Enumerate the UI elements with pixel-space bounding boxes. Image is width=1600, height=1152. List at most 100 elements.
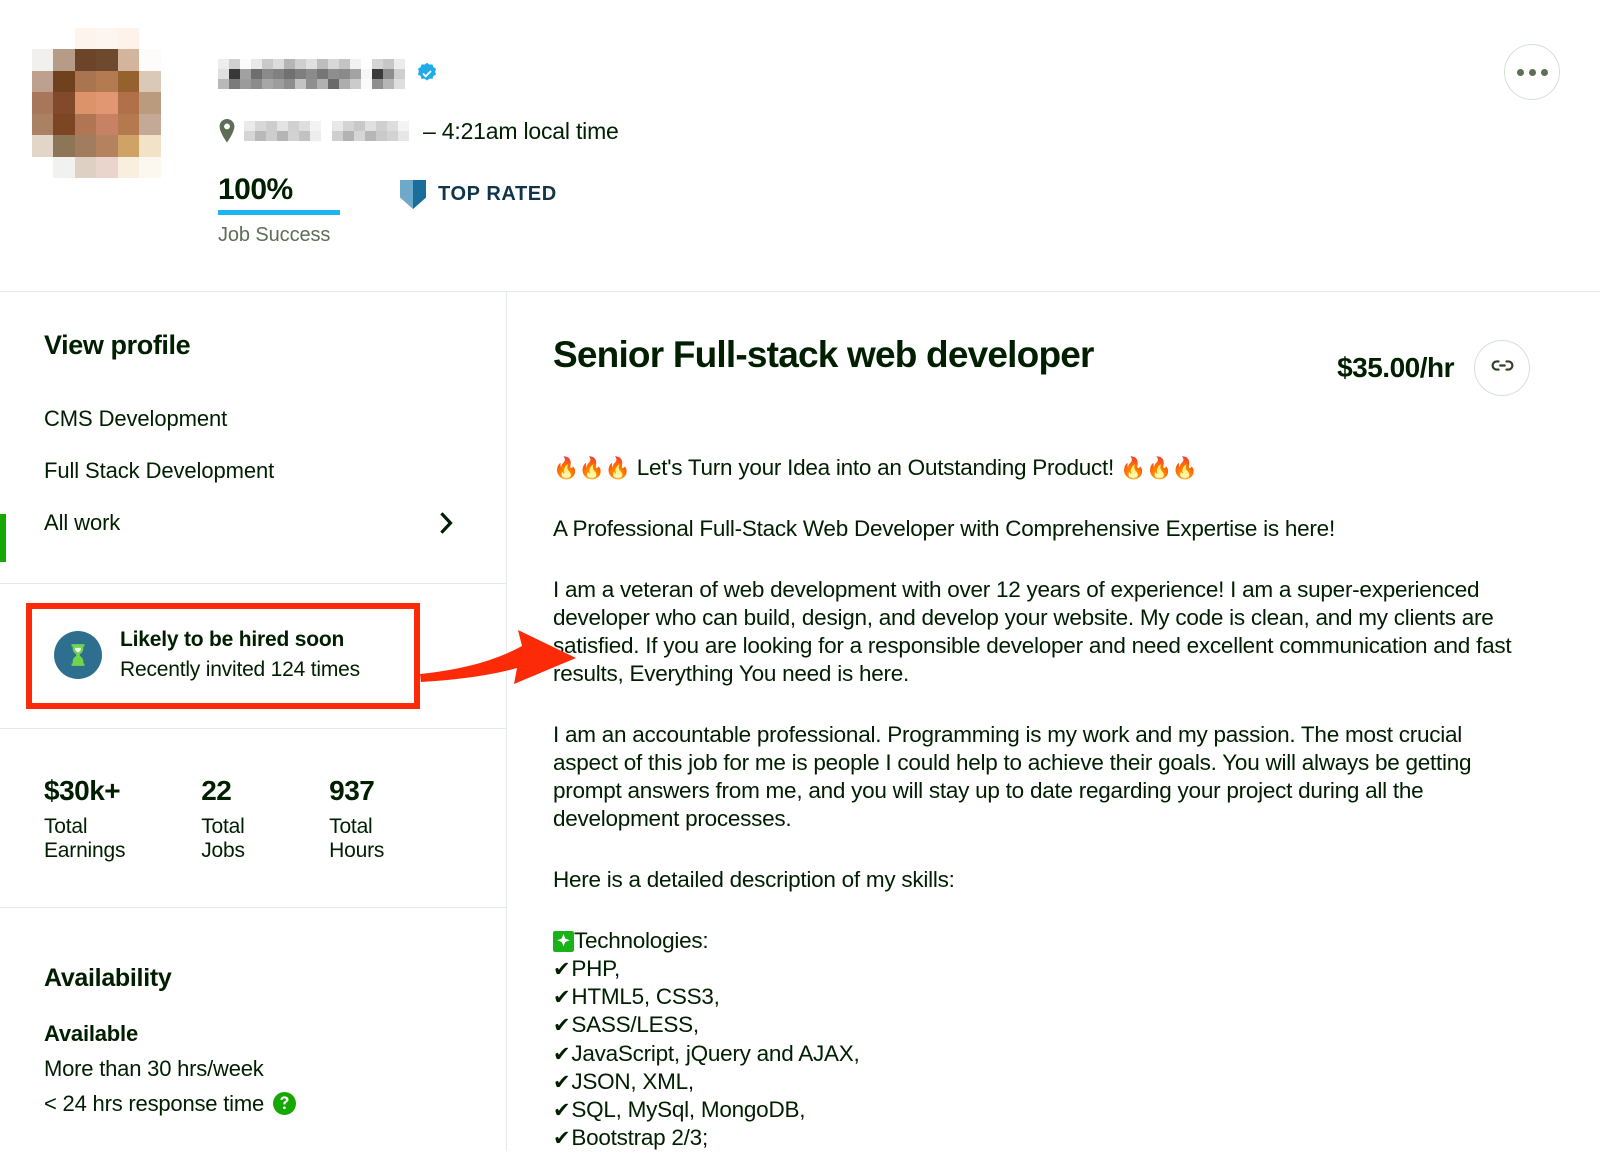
map-pin-icon xyxy=(218,119,236,143)
stat-value: $30k+ xyxy=(44,774,121,806)
chevron-right-icon xyxy=(440,512,454,534)
help-circle-icon[interactable] xyxy=(273,1092,296,1116)
availability-hours-row: More than 30 hrs/week xyxy=(44,1056,466,1082)
stat-value: 937 xyxy=(329,774,375,806)
profile-nav: View profile CMS Development Full Stack … xyxy=(0,292,506,583)
link-icon xyxy=(1490,353,1515,383)
main-content: Senior Full-stack web developer $35.00/h… xyxy=(507,292,1600,1151)
fire-emoji-left: 🔥🔥🔥 xyxy=(553,457,631,480)
tech-item: ✔ SQL, MySql, MongoDB, xyxy=(553,1096,1530,1124)
rate-and-link: $35.00/hr xyxy=(1337,332,1530,396)
check-icon: ✔ xyxy=(553,1098,571,1122)
availability-response-row: < 24 hrs response time xyxy=(44,1091,466,1117)
overview-paragraph: Here is a detailed description of my ski… xyxy=(553,867,955,893)
overview-paragraph: A Professional Full-Stack Web Developer … xyxy=(553,516,1335,542)
sidebar-item-label: Full Stack Development xyxy=(44,458,275,483)
sidebar-item-cms-development[interactable]: CMS Development xyxy=(44,393,466,445)
hourly-rate: $35.00/hr xyxy=(1337,352,1454,383)
job-success-bar xyxy=(218,209,340,215)
identity-block: – 4:21am local time 100% Job Success TOP… xyxy=(218,28,619,247)
hire-badge-text: Likely to be hired soon Recently invited… xyxy=(120,626,360,684)
hire-badge-title: Likely to be hired soon xyxy=(120,628,345,651)
stat-label: Total Jobs xyxy=(201,814,245,862)
tech-item-label: SASS/LESS, xyxy=(571,1012,699,1038)
job-success-row: 100% Job Success TOP RATED xyxy=(218,174,619,247)
stat-total-jobs: 22 Total Jobs xyxy=(201,775,273,863)
hire-badge-subtitle: Recently invited 124 times xyxy=(120,658,360,682)
tech-item-label: JavaScript, jQuery and AJAX, xyxy=(571,1040,860,1066)
tech-item-label: Bootstrap 2/3; xyxy=(571,1124,708,1150)
tech-item: ✔ HTML5, CSS3, xyxy=(553,983,1530,1011)
technologies-list: Technologies: ✔ PHP, ✔ HTML5, CSS3, ✔ SA… xyxy=(553,927,1530,1151)
job-header: Senior Full-stack web developer $35.00/h… xyxy=(553,332,1530,396)
check-icon: ✔ xyxy=(553,1014,571,1038)
sidebar-item-full-stack-development[interactable]: Full Stack Development xyxy=(44,445,466,497)
stat-total-hours: 937 Total Hours xyxy=(329,775,410,863)
check-icon: ✔ xyxy=(553,1126,571,1150)
sidebar-item-label: All work xyxy=(44,510,121,535)
shield-icon xyxy=(400,180,426,209)
sidebar: View profile CMS Development Full Stack … xyxy=(0,292,507,1151)
availability-title: Availability xyxy=(44,963,172,992)
sidebar-item-label: CMS Development xyxy=(44,406,228,431)
job-success-label: Job Success xyxy=(218,223,331,246)
overview-headline: 🔥🔥🔥 Let's Turn your Idea into an Outstan… xyxy=(553,454,1530,482)
overview-paragraph: I am an accountable professional. Progra… xyxy=(553,722,1472,832)
sparkle-green-icon xyxy=(553,930,574,952)
tech-item: ✔ JavaScript, jQuery and AJAX, xyxy=(553,1040,1530,1068)
overview-headline-text: Let's Turn your Idea into an Outstanding… xyxy=(636,455,1115,480)
job-title: Senior Full-stack web developer xyxy=(553,334,1094,375)
more-options-button[interactable] xyxy=(1504,44,1560,100)
availability-section: Availability Available More than 30 hrs/… xyxy=(0,908,506,1117)
top-rated-label: TOP RATED xyxy=(438,183,557,205)
fire-emoji-right: 🔥🔥🔥 xyxy=(1120,457,1198,480)
technologies-heading-text: Technologies: xyxy=(574,928,709,954)
tech-item-label: PHP, xyxy=(571,956,620,982)
job-success-percent: 100% xyxy=(218,173,293,206)
profile-page: – 4:21am local time 100% Job Success TOP… xyxy=(0,0,1600,1152)
tech-item: ✔ SASS/LESS, xyxy=(553,1011,1530,1039)
avatar[interactable] xyxy=(32,28,182,178)
stat-total-earnings: $30k+ Total Earnings xyxy=(44,775,145,863)
copy-link-button[interactable] xyxy=(1474,340,1530,396)
name-row xyxy=(218,54,619,94)
stat-value: 22 xyxy=(201,774,232,806)
technologies-heading: Technologies: xyxy=(553,927,1530,955)
stat-label: Total Earnings xyxy=(44,814,126,862)
tech-item: ✔ PHP, xyxy=(553,955,1530,983)
tech-item-label: SQL, MySql, MongoDB, xyxy=(571,1096,806,1122)
hourglass-icon xyxy=(54,630,102,679)
availability-response: < 24 hrs response time xyxy=(44,1090,264,1116)
check-icon: ✔ xyxy=(553,986,571,1010)
check-icon: ✔ xyxy=(553,1042,571,1066)
tech-item-label: JSON, XML, xyxy=(571,1068,694,1094)
name-redacted xyxy=(218,59,405,89)
overview-paragraph: I am a veteran of web development with o… xyxy=(553,577,1512,687)
availability-status: Available xyxy=(44,1020,138,1046)
active-indicator-bar xyxy=(0,514,6,562)
top-rated-badge: TOP RATED xyxy=(400,174,557,209)
job-overview: 🔥🔥🔥 Let's Turn your Idea into an Outstan… xyxy=(553,454,1530,1151)
check-icon: ✔ xyxy=(553,958,571,982)
ellipsis-icon xyxy=(1528,68,1536,76)
sidebar-item-all-work[interactable]: All work xyxy=(44,497,466,549)
profile-photo-pixelated xyxy=(32,28,182,178)
page-title: View profile xyxy=(44,330,191,360)
check-icon: ✔ xyxy=(553,1070,571,1094)
ellipsis-icon xyxy=(1516,68,1524,76)
tech-item-label: HTML5, CSS3, xyxy=(571,984,720,1010)
local-time: – 4:21am local time xyxy=(423,117,619,144)
stat-label: Total Hours xyxy=(329,814,385,862)
tech-item: ✔ Bootstrap 2/3; xyxy=(553,1124,1530,1151)
body: View profile CMS Development Full Stack … xyxy=(0,292,1600,1151)
tech-item: ✔ JSON, XML, xyxy=(553,1068,1530,1096)
likely-hired-badge[interactable]: Likely to be hired soon Recently invited… xyxy=(26,603,420,709)
ellipsis-icon xyxy=(1540,68,1548,76)
verified-badge-icon xyxy=(414,61,440,87)
stats-row: $30k+ Total Earnings 22 Total Jobs 937 T… xyxy=(0,727,506,908)
hire-badge-wrapper: Likely to be hired soon Recently invited… xyxy=(0,603,506,709)
divider xyxy=(0,583,506,584)
location-row: – 4:21am local time xyxy=(218,118,619,144)
location-redacted xyxy=(244,121,409,141)
availability-hours: More than 30 hrs/week xyxy=(44,1055,264,1081)
